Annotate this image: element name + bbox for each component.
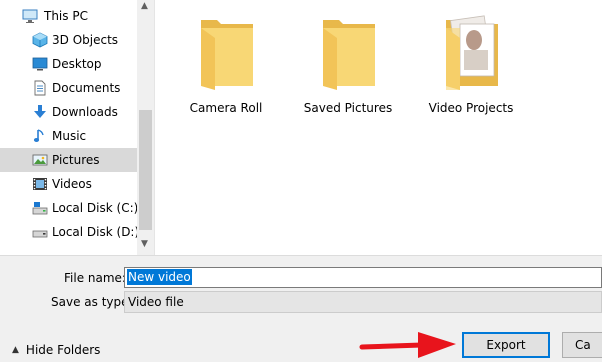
- videos-icon: [33, 178, 47, 190]
- nav-item-documents[interactable]: Documents: [0, 76, 137, 100]
- nav-item-local-disk-d[interactable]: Local Disk (D:): [0, 220, 140, 244]
- nav-item-label: Pictures: [52, 153, 100, 167]
- nav-item-desktop[interactable]: Desktop: [0, 52, 137, 76]
- folder-label: Video Projects: [428, 101, 514, 115]
- cancel-button[interactable]: Ca: [562, 332, 602, 358]
- chevron-up-icon: ▲: [12, 345, 19, 355]
- folder-icon: [323, 20, 375, 90]
- savetype-label: Save as type:: [51, 295, 133, 309]
- nav-item-label: This PC: [44, 9, 88, 23]
- hide-folders-button[interactable]: ▲ Hide Folders: [12, 342, 100, 358]
- folder-tile-saved-pictures[interactable]: Saved Pictures: [293, 10, 403, 120]
- nav-item-label: Videos: [52, 177, 92, 191]
- nav-item-label: Downloads: [52, 105, 118, 119]
- folder-label: Camera Roll: [189, 101, 263, 115]
- navigation-pane: This PC 3D Objects Desktop Documents Dow…: [0, 0, 155, 255]
- nav-item-local-disk-c[interactable]: Local Disk (C:): [0, 196, 139, 220]
- nav-item-label: Local Disk (C:): [52, 201, 139, 215]
- drive-d-icon: [32, 230, 48, 238]
- folder-label: Saved Pictures: [303, 101, 393, 115]
- filename-input[interactable]: New video: [124, 267, 602, 288]
- hide-folders-label: Hide Folders: [25, 343, 101, 357]
- 3d-objects-icon: [32, 32, 48, 48]
- folder-tile-video-projects[interactable]: Video Projects: [416, 10, 526, 120]
- folder-with-images-icon: [446, 15, 498, 90]
- nav-scrollbar[interactable]: ▲ ▼: [137, 0, 154, 255]
- export-button[interactable]: Export: [462, 332, 550, 358]
- nav-item-label: Documents: [52, 81, 121, 95]
- nav-item-3d-objects[interactable]: 3D Objects: [0, 28, 137, 52]
- nav-item-this-pc[interactable]: This PC: [0, 4, 137, 28]
- music-icon: [33, 129, 44, 142]
- folder-tile-camera-roll[interactable]: Camera Roll: [171, 10, 281, 120]
- nav-item-videos[interactable]: Videos: [0, 172, 137, 196]
- scrollbar-thumb[interactable]: [139, 110, 152, 230]
- nav-item-label: Local Disk (D:): [52, 225, 140, 239]
- documents-icon: [34, 80, 46, 96]
- drive-c-icon: [32, 202, 48, 215]
- scroll-up-icon[interactable]: ▲: [141, 2, 150, 11]
- filename-value[interactable]: New video: [127, 269, 192, 285]
- scroll-down-icon[interactable]: ▼: [141, 240, 150, 249]
- nav-item-pictures[interactable]: Pictures: [0, 148, 137, 172]
- savetype-value: Video file: [128, 295, 184, 309]
- nav-item-downloads[interactable]: Downloads: [0, 100, 137, 124]
- content-pane: Camera Roll Saved Pictures Video Project…: [155, 0, 602, 255]
- nav-item-label: Music: [52, 129, 87, 143]
- filename-label: File name:: [64, 271, 126, 285]
- downloads-icon: [34, 105, 46, 118]
- desktop-icon: [32, 57, 48, 71]
- pictures-icon: [32, 154, 48, 166]
- export-label: Export: [486, 338, 526, 352]
- this-pc-icon: [22, 9, 38, 23]
- red-arrow-icon: [359, 332, 456, 358]
- savetype-dropdown[interactable]: Video file: [124, 291, 602, 313]
- save-form-area: File name: New video Save as type: Video…: [0, 255, 602, 362]
- nav-item-music[interactable]: Music: [0, 124, 137, 148]
- folder-icon: [201, 20, 253, 90]
- nav-item-label: Desktop: [52, 57, 102, 71]
- nav-item-label: 3D Objects: [52, 33, 119, 47]
- cancel-label: Ca: [575, 338, 591, 352]
